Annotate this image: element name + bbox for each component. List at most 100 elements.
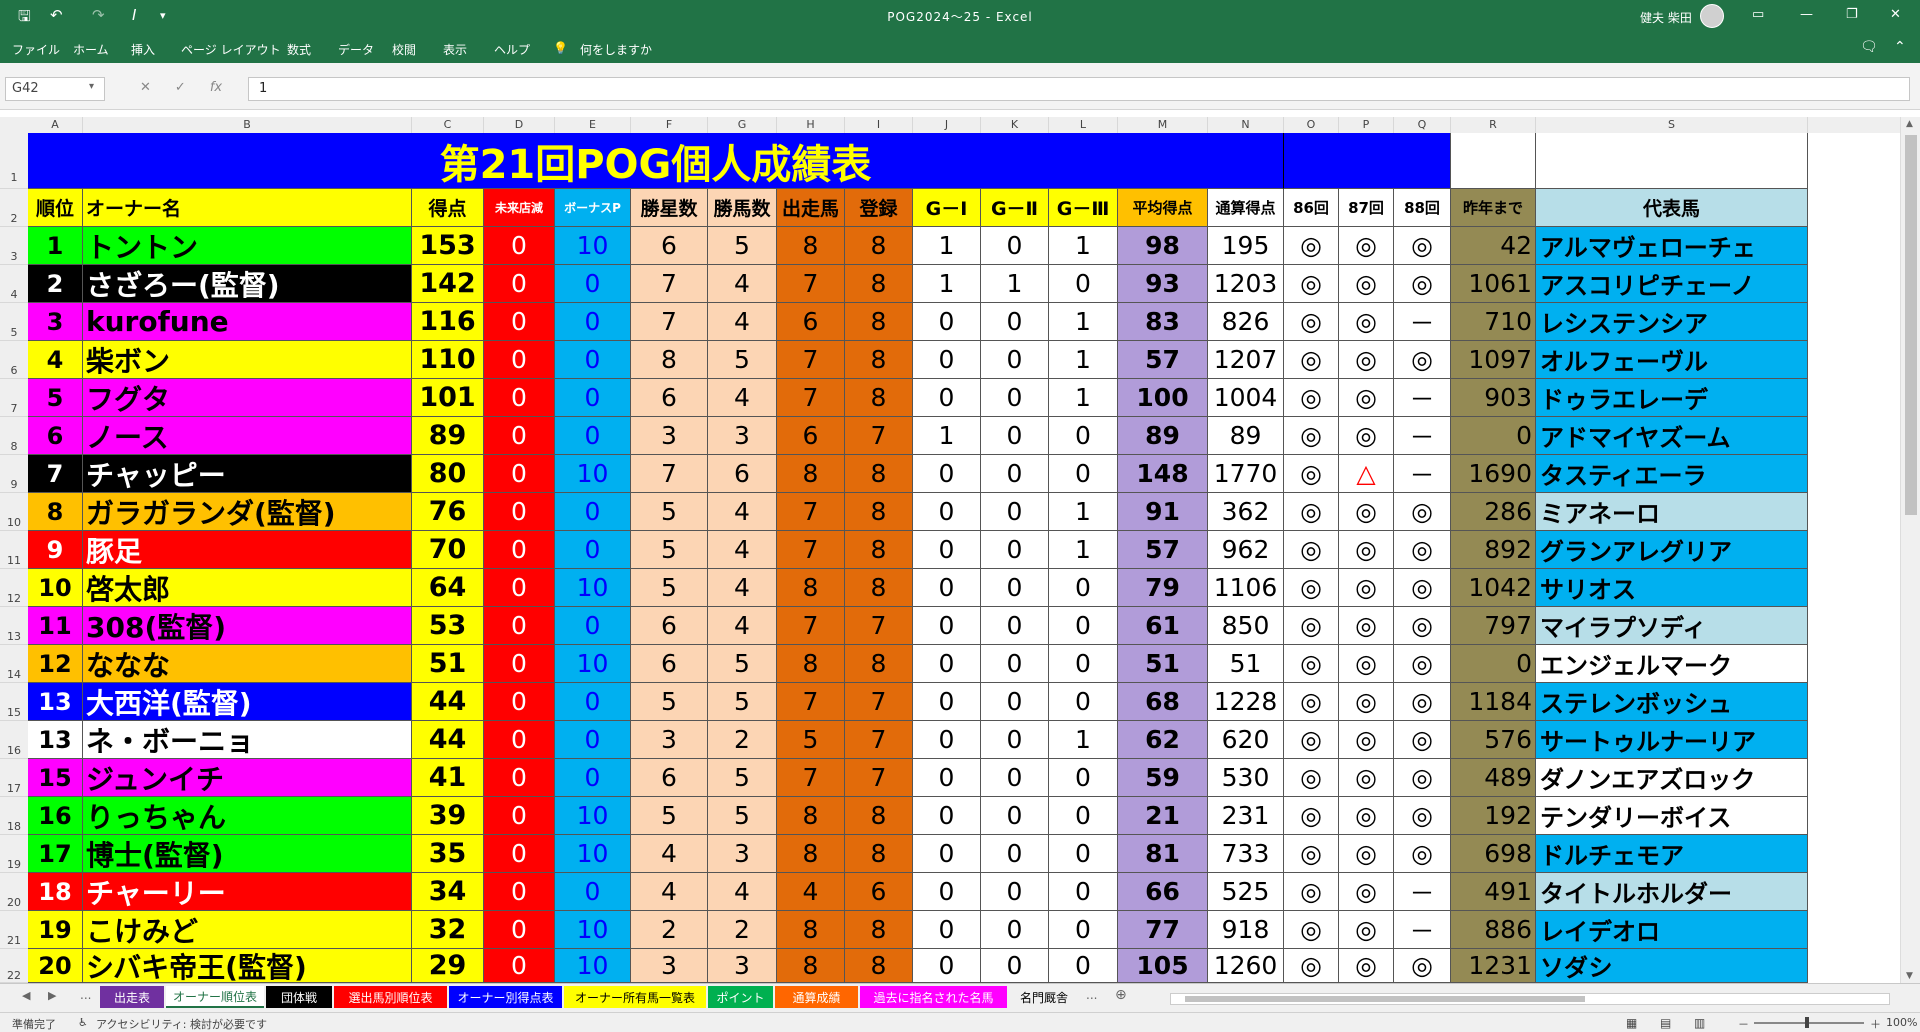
last-year-cell[interactable]: 1690 [1451,455,1536,493]
cell[interactable]: 962 [1208,531,1284,569]
row-header[interactable]: 21 [0,911,28,949]
cell[interactable]: 5 [708,227,777,265]
cell[interactable]: 1 [1049,303,1118,341]
cell[interactable]: 0 [484,721,555,759]
cell[interactable]: 5 [777,721,845,759]
cell[interactable]: 0 [1049,569,1118,607]
owner-name-cell[interactable]: ななな [83,645,412,683]
score-cell[interactable]: 41 [412,759,484,797]
owner-name-cell[interactable]: こけみど [83,911,412,949]
last-year-cell[interactable]: 491 [1451,873,1536,911]
cell[interactable]: 5 [631,683,708,721]
header-cell[interactable]: G－Ⅰ [913,189,981,227]
cell[interactable]: ◎ [1339,759,1394,797]
cell[interactable]: 0 [484,797,555,835]
cell[interactable]: 0 [981,759,1049,797]
row-header[interactable]: 16 [0,721,28,759]
cell[interactable]: 0 [1049,645,1118,683]
cell[interactable]: 0 [981,569,1049,607]
cell[interactable]: 7 [845,759,913,797]
average-cell[interactable]: 89 [1118,417,1208,455]
score-cell[interactable]: 70 [412,531,484,569]
row-header[interactable]: 12 [0,569,28,607]
page-break-view-icon[interactable]: ▥ [1694,1016,1705,1030]
cell[interactable]: 0 [555,607,631,645]
header-cell[interactable]: 88回 [1394,189,1451,227]
cell[interactable]: 0 [1049,683,1118,721]
cell[interactable] [1536,133,1808,189]
representative-horse-cell[interactable]: ドゥラエレーデ [1536,379,1808,417]
cell[interactable]: 195 [1208,227,1284,265]
enter-icon[interactable]: ✓ [175,80,186,95]
cell[interactable]: 0 [913,379,981,417]
tab-file[interactable]: ファイル [12,41,60,58]
cell[interactable]: ◎ [1394,797,1451,835]
representative-horse-cell[interactable]: ダノンエアズロック [1536,759,1808,797]
average-cell[interactable]: 148 [1118,455,1208,493]
cell[interactable]: 0 [484,911,555,949]
cell[interactable]: ◎ [1284,569,1339,607]
cell[interactable]: 10 [555,645,631,683]
cell[interactable]: 0 [484,265,555,303]
cell[interactable]: 0 [981,607,1049,645]
representative-horse-cell[interactable]: マイラプソディ [1536,607,1808,645]
cell[interactable]: 6 [631,607,708,645]
score-cell[interactable]: 51 [412,645,484,683]
cell[interactable]: 8 [845,227,913,265]
cell[interactable]: 0 [913,341,981,379]
cell[interactable]: ◎ [1339,911,1394,949]
cell[interactable]: 1228 [1208,683,1284,721]
row-header[interactable]: 18 [0,797,28,835]
cell[interactable]: 0 [1049,797,1118,835]
cell[interactable]: ◎ [1339,835,1394,873]
cell[interactable]: 8 [777,227,845,265]
cell[interactable]: 0 [555,873,631,911]
cell[interactable]: 6 [631,645,708,683]
rank-cell[interactable]: 13 [28,721,83,759]
header-cell[interactable]: ボーナスP [555,189,631,227]
representative-horse-cell[interactable]: サートゥルナーリア [1536,721,1808,759]
last-year-cell[interactable]: 892 [1451,531,1536,569]
cell[interactable]: 530 [1208,759,1284,797]
cell[interactable]: 8 [845,379,913,417]
header-cell[interactable]: G－Ⅲ [1049,189,1118,227]
zoom-slider-thumb[interactable] [1805,1017,1809,1028]
cell[interactable]: 5 [708,759,777,797]
cell[interactable]: 0 [484,379,555,417]
cell[interactable]: 733 [1208,835,1284,873]
representative-horse-cell[interactable]: サリオス [1536,569,1808,607]
cell[interactable]: 0 [913,759,981,797]
cell[interactable]: 7 [845,721,913,759]
cell[interactable]: 8 [845,911,913,949]
score-cell[interactable]: 35 [412,835,484,873]
cell[interactable]: 10 [555,835,631,873]
column-header[interactable]: D [484,117,555,133]
score-cell[interactable]: 101 [412,379,484,417]
column-header[interactable]: S [1536,117,1808,133]
cell[interactable]: 0 [913,531,981,569]
cell[interactable]: 7 [777,607,845,645]
owner-name-cell[interactable]: ジュンイチ [83,759,412,797]
score-cell[interactable]: 153 [412,227,484,265]
cell[interactable]: 0 [484,417,555,455]
cell[interactable]: 0 [555,759,631,797]
row-header[interactable]: 17 [0,759,28,797]
row-header[interactable]: 10 [0,493,28,531]
cell[interactable]: 0 [981,493,1049,531]
cell[interactable]: 6 [631,227,708,265]
title-blank-right[interactable] [1284,133,1451,189]
owner-name-cell[interactable]: 大西洋(監督) [83,683,412,721]
cell[interactable]: ◎ [1284,341,1339,379]
cell[interactable]: 8 [777,911,845,949]
cell[interactable]: 3 [631,721,708,759]
cell[interactable]: 8 [845,265,913,303]
column-header[interactable]: K [981,117,1049,133]
cell[interactable]: 0 [484,531,555,569]
row-header[interactable]: 15 [0,683,28,721]
cell[interactable]: 0 [913,645,981,683]
row-header[interactable]: 5 [0,303,28,341]
header-cell[interactable]: オーナー名 [83,189,412,227]
cell[interactable]: ◎ [1339,341,1394,379]
rank-cell[interactable]: 20 [28,949,83,983]
cell[interactable]: 4 [777,873,845,911]
